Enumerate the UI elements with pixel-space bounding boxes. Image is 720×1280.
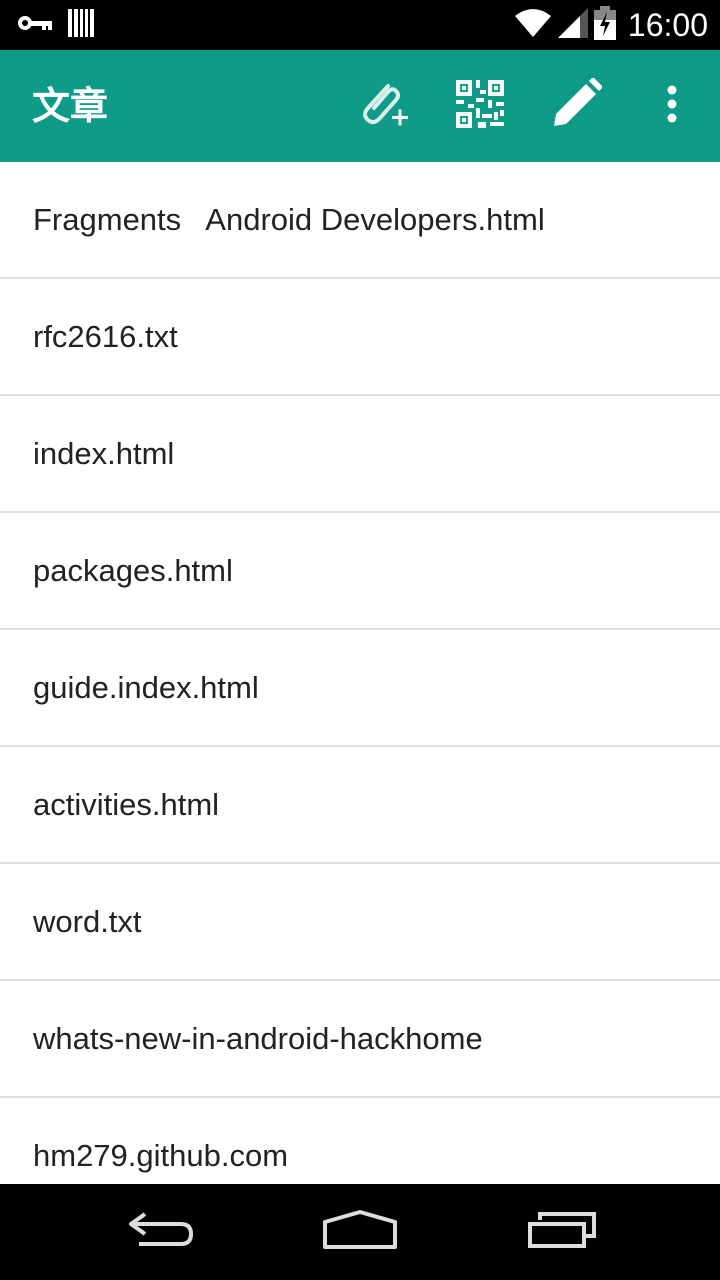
list-item[interactable]: hm279.github.com — [0, 1098, 720, 1184]
wifi-icon — [514, 8, 552, 43]
qr-code-icon — [456, 79, 504, 133]
home-button[interactable] — [300, 1184, 420, 1280]
list-item[interactable]: Fragments Android Developers.html — [0, 162, 720, 279]
back-button[interactable] — [100, 1184, 220, 1280]
list-item-label: hm279.github.com — [33, 1137, 289, 1173]
barcode-icon — [68, 8, 94, 42]
page-title: 文章 — [32, 84, 109, 128]
list-item[interactable]: packages.html — [0, 513, 720, 630]
list-item[interactable]: whats-new-in-android-hackhome — [0, 981, 720, 1098]
home-icon — [322, 1209, 398, 1255]
signal-icon — [557, 7, 588, 43]
pencil-icon — [550, 76, 603, 135]
recents-button[interactable] — [502, 1184, 622, 1280]
list-item[interactable]: index.html — [0, 396, 720, 513]
list-item-label: rfc2616.txt — [33, 318, 178, 354]
navigation-bar — [0, 1184, 720, 1280]
attach-add-button[interactable] — [344, 50, 424, 162]
list-item[interactable]: guide.index.html — [0, 630, 720, 747]
list-item[interactable]: activities.html — [0, 747, 720, 864]
battery-icon — [593, 5, 616, 45]
attach-add-icon — [356, 78, 412, 135]
list-item-label: activities.html — [33, 786, 220, 822]
list-item-label: packages.html — [33, 552, 233, 588]
qr-code-button[interactable] — [440, 50, 520, 162]
status-bar: 16:00 — [0, 0, 720, 50]
app-bar: 文章 — [0, 50, 720, 162]
overflow-menu-icon — [666, 84, 678, 129]
key-icon — [16, 13, 56, 38]
recents-icon — [526, 1210, 598, 1255]
list-item-label: word.txt — [33, 903, 142, 939]
overflow-menu-button[interactable] — [632, 50, 712, 162]
list-item-label: whats-new-in-android-hackhome — [33, 1020, 483, 1056]
list-item[interactable]: word.txt — [0, 864, 720, 981]
list-item[interactable]: rfc2616.txt — [0, 279, 720, 396]
status-clock: 16:00 — [627, 6, 708, 43]
list-item-label: Fragments Android Developers.html — [33, 201, 545, 237]
status-right: 16:00 — [514, 5, 708, 45]
edit-button[interactable] — [536, 50, 616, 162]
list-item-label: index.html — [33, 435, 175, 471]
list-item-label: guide.index.html — [33, 669, 259, 705]
back-icon — [125, 1210, 195, 1255]
file-list: Fragments Android Developers.html rfc261… — [0, 162, 720, 1184]
status-left — [16, 8, 94, 42]
